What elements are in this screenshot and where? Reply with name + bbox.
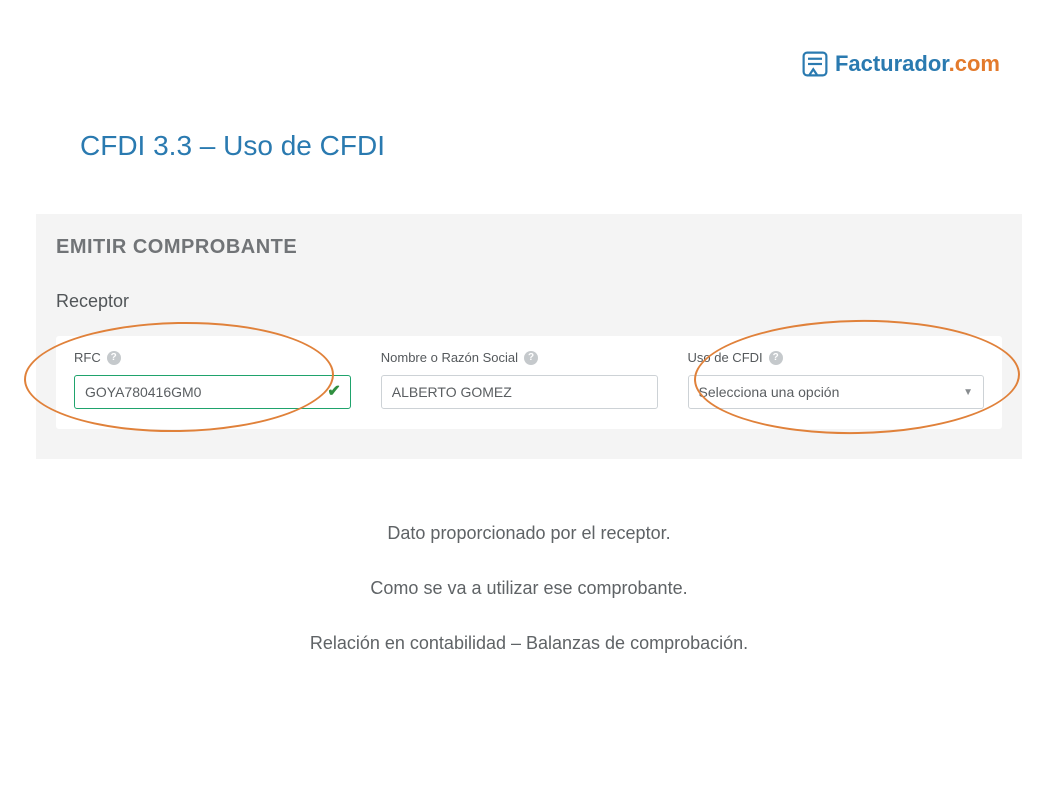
- uso-cfdi-field-group: Uso de CFDI ? Selecciona una opción ▼: [688, 350, 985, 409]
- rfc-field-group: RFC ? ✔: [74, 350, 351, 409]
- rfc-input[interactable]: [74, 375, 351, 409]
- help-icon[interactable]: ?: [107, 351, 121, 365]
- help-icon[interactable]: ?: [524, 351, 538, 365]
- logo-icon: [801, 50, 829, 78]
- form-panel: EMITIR COMPROBANTE Receptor RFC ? ✔ Nomb…: [36, 214, 1022, 459]
- description-line: Relación en contabilidad – Balanzas de c…: [0, 630, 1058, 657]
- nombre-label: Nombre o Razón Social ?: [381, 350, 658, 365]
- logo-text: Facturador.com: [835, 51, 1000, 77]
- check-icon: ✔: [327, 381, 340, 401]
- nombre-label-text: Nombre o Razón Social: [381, 350, 518, 365]
- uso-cfdi-label: Uso de CFDI ?: [688, 350, 985, 365]
- chevron-down-icon: ▼: [963, 387, 973, 398]
- help-icon[interactable]: ?: [769, 351, 783, 365]
- uso-cfdi-label-text: Uso de CFDI: [688, 350, 763, 365]
- section-title: Receptor: [56, 291, 1002, 312]
- description-line: Dato proporcionado por el receptor.: [0, 520, 1058, 547]
- description-block: Dato proporcionado por el receptor. Como…: [0, 520, 1058, 685]
- page-title: CFDI 3.3 – Uso de CFDI: [80, 130, 385, 162]
- rfc-label-text: RFC: [74, 350, 101, 365]
- nombre-field-group: Nombre o Razón Social ?: [381, 350, 658, 409]
- uso-cfdi-placeholder: Selecciona una opción: [699, 384, 840, 400]
- panel-title: EMITIR COMPROBANTE: [56, 236, 1002, 259]
- receptor-card: RFC ? ✔ Nombre o Razón Social ? Uso de C…: [56, 336, 1002, 429]
- rfc-label: RFC ?: [74, 350, 351, 365]
- brand-logo: Facturador.com: [801, 50, 1000, 78]
- uso-cfdi-select[interactable]: Selecciona una opción ▼: [688, 375, 985, 409]
- description-line: Como se va a utilizar ese comprobante.: [0, 575, 1058, 602]
- nombre-input[interactable]: [381, 375, 658, 409]
